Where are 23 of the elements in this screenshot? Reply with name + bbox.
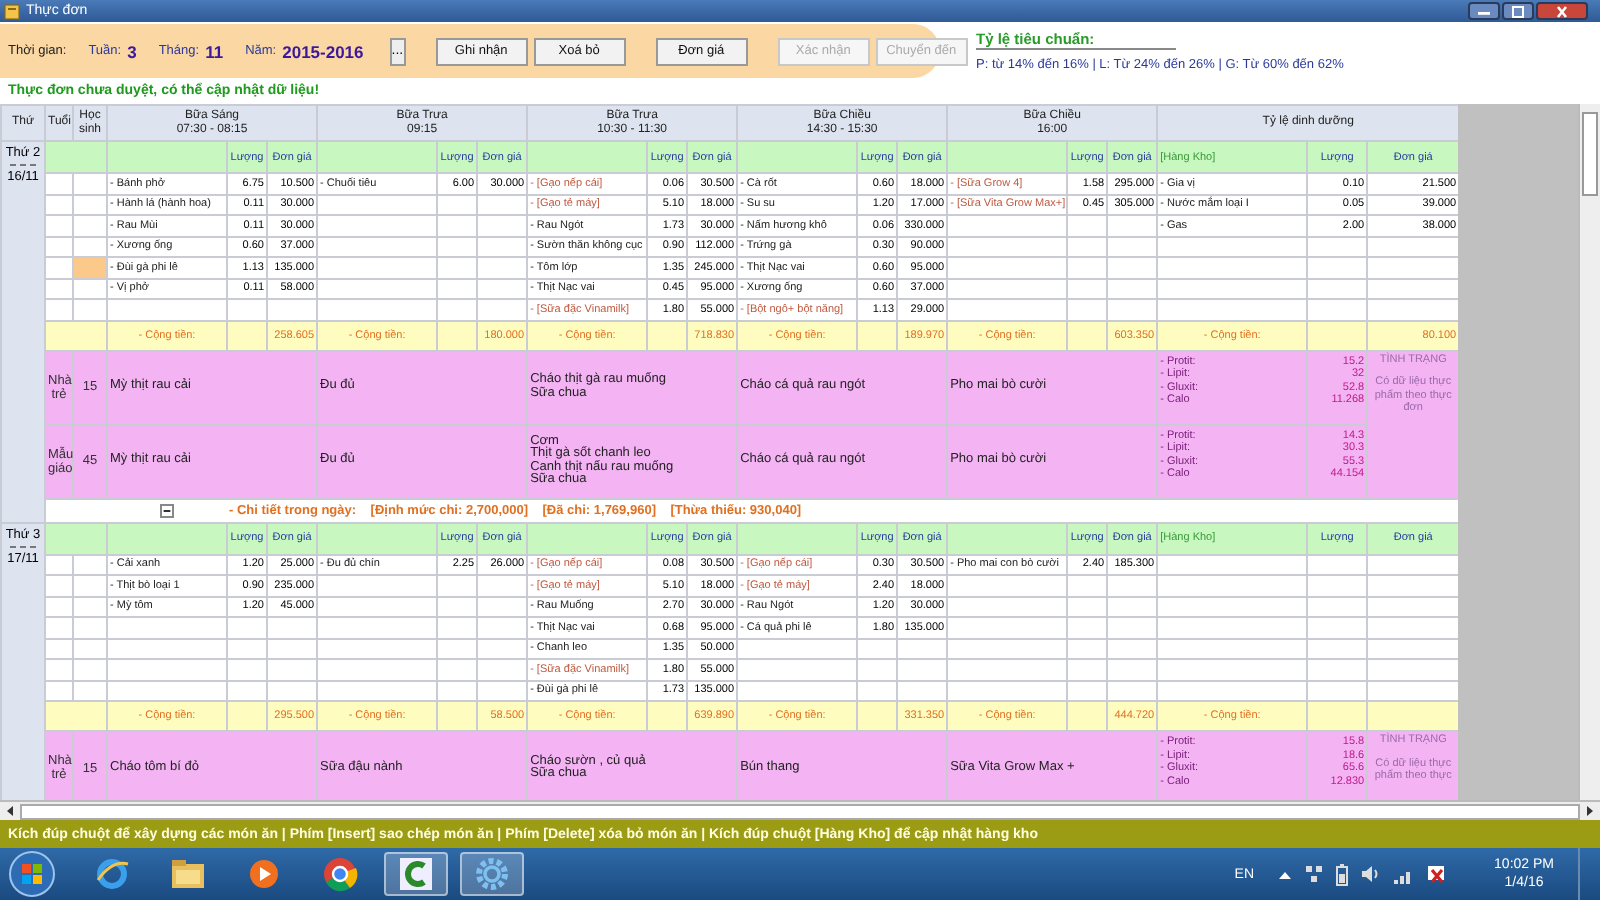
month-value[interactable]: 11 (205, 41, 224, 61)
gear-icon[interactable] (460, 852, 524, 896)
window-icon (4, 3, 20, 19)
alert-flag-icon[interactable] (1426, 864, 1447, 884)
week-value[interactable]: 3 (127, 41, 137, 61)
recorder-icon[interactable] (384, 852, 448, 896)
network-icon[interactable] (1304, 864, 1325, 884)
close-button[interactable] (1536, 2, 1588, 20)
horizontal-scrollbar[interactable] (0, 800, 1600, 820)
scroll-left-icon[interactable] (4, 804, 16, 818)
maximize-icon (1510, 5, 1526, 17)
vertical-scrollbar[interactable] (1578, 104, 1600, 800)
tray-expand-icon[interactable] (1278, 869, 1293, 879)
speaker-icon[interactable] (1360, 864, 1383, 884)
start-button[interactable] (8, 850, 56, 898)
close-icon (1554, 5, 1570, 17)
maximize-button[interactable] (1502, 2, 1534, 20)
battery-icon[interactable] (1336, 863, 1349, 885)
year-value[interactable]: 2015-2016 (282, 41, 364, 61)
scroll-right-icon[interactable] (1584, 804, 1596, 818)
collapse-icon[interactable] (160, 503, 174, 517)
minimize-icon (1476, 6, 1492, 16)
minimize-button[interactable] (1468, 2, 1500, 20)
